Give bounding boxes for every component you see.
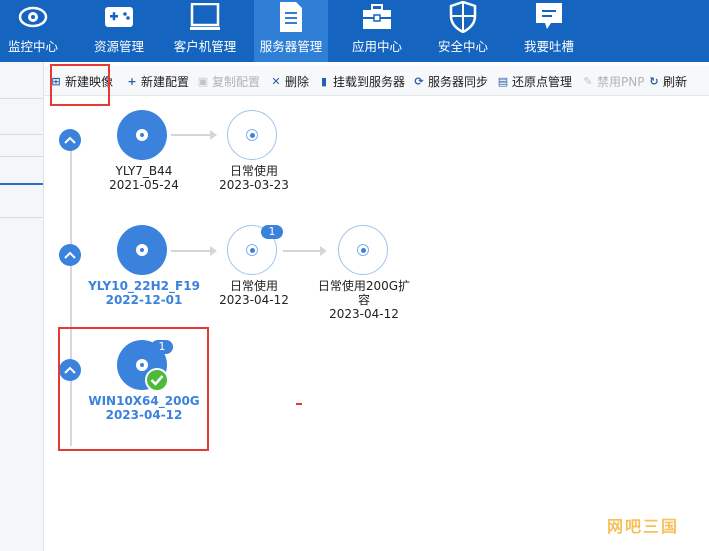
copy-config-label: 复制配置 <box>212 74 261 89</box>
chat-icon <box>532 0 566 34</box>
nav-servers[interactable]: 服务器管理 <box>254 0 328 62</box>
sidebar-item-active[interactable] <box>0 183 43 185</box>
mount-label: 挂载到服务器 <box>333 74 406 89</box>
nav-label: 我要吐槽 <box>523 39 574 54</box>
count-badge: 1 <box>261 225 283 239</box>
flow-arrow <box>283 246 327 256</box>
nav-label: 客户机管理 <box>173 39 237 54</box>
copy-icon: ▣ <box>197 74 209 88</box>
nav-label: 监控中心 <box>7 39 58 54</box>
nav-security[interactable]: 安全中心 <box>434 0 492 62</box>
sidebar-divider <box>0 98 43 99</box>
flow-arrow <box>171 246 217 256</box>
highlight-new-image <box>50 64 110 106</box>
config-name: 日常使用 <box>229 164 278 178</box>
nav-monitor[interactable]: 监控中心 <box>4 0 62 62</box>
restore-button[interactable]: ▤ 还原点管理 <box>497 73 572 89</box>
red-mark <box>296 403 302 405</box>
config-date: 2023-04-12 <box>219 293 289 307</box>
copy-config-button[interactable]: ▣ 复制配置 <box>197 73 260 89</box>
nav-feedback[interactable]: 我要吐槽 <box>520 0 578 62</box>
monitor-icon <box>188 0 222 34</box>
image-name: YLY10_22H2_F19 <box>88 279 200 293</box>
nav-label: 安全中心 <box>437 39 488 54</box>
disable-pnp-button[interactable]: ✎ 禁用PNP <box>582 73 644 89</box>
restore-icon: ▤ <box>497 74 509 88</box>
disc-icon <box>357 244 369 256</box>
disc-icon <box>136 244 148 256</box>
chevron-up-icon <box>64 136 76 144</box>
new-config-label: 新建配置 <box>141 74 190 89</box>
mount-button[interactable]: ▮ 挂载到服务器 <box>318 73 405 89</box>
sync-icon: ⟳ <box>414 74 424 88</box>
image-date: 2021-05-24 <box>109 178 179 192</box>
sidebar-divider <box>0 156 43 157</box>
config-date: 2023-03-23 <box>219 178 289 192</box>
pin-icon: ✎ <box>583 74 593 88</box>
disc-icon <box>246 244 258 256</box>
toolbox-icon <box>360 0 394 34</box>
config-name: 日常使用200G扩容 <box>317 279 411 307</box>
disc-icon <box>136 129 148 141</box>
config-disk[interactable] <box>338 225 388 275</box>
chevron-up-icon <box>64 251 76 259</box>
delete-button[interactable]: ✕ 删除 <box>270 73 309 89</box>
nav-label: 资源管理 <box>93 39 144 54</box>
eye-icon <box>16 0 50 34</box>
disc-icon <box>246 129 258 141</box>
config-name: 日常使用 <box>229 279 278 293</box>
flow-arrow <box>171 130 217 140</box>
restore-label: 还原点管理 <box>512 74 573 89</box>
nav-clients[interactable]: 客户机管理 <box>170 0 240 62</box>
mount-icon: ▮ <box>320 74 328 88</box>
refresh-label: 刷新 <box>663 74 688 89</box>
refresh-icon: ↻ <box>649 74 659 88</box>
sidebar-divider <box>0 217 43 218</box>
nav-resources[interactable]: 资源管理 <box>90 0 148 62</box>
shield-icon <box>446 0 480 34</box>
refresh-button[interactable]: ↻ 刷新 <box>648 73 687 89</box>
nav-label: 服务器管理 <box>259 39 323 54</box>
config-disk[interactable] <box>227 110 277 160</box>
sync-button[interactable]: ⟳ 服务器同步 <box>413 73 488 89</box>
top-navigation: 监控中心 资源管理 客户机管理 服务器管理 应用中心 安全中心 我要吐槽 <box>0 0 709 62</box>
highlight-new-image-node <box>58 327 209 451</box>
new-config-button[interactable]: + 新建配置 <box>126 73 189 89</box>
plus-icon: + <box>127 74 137 88</box>
left-sidebar <box>0 62 44 551</box>
config-date: 2023-04-12 <box>329 307 399 321</box>
server-icon <box>274 0 308 34</box>
base-image-disk[interactable] <box>117 225 167 275</box>
sidebar-divider <box>0 134 43 135</box>
collapse-button[interactable] <box>59 244 81 266</box>
nav-apps[interactable]: 应用中心 <box>348 0 406 62</box>
image-name: YLY7_B44 <box>115 164 173 178</box>
delete-icon: ✕ <box>271 74 281 88</box>
image-date: 2022-12-01 <box>105 293 183 307</box>
sync-label: 服务器同步 <box>428 74 489 89</box>
base-image-disk[interactable] <box>117 110 167 160</box>
toolbar: ⊞ 新建映像 + 新建配置 ▣ 复制配置 ✕ 删除 ▮ 挂载到服务器 ⟳ 服务器… <box>44 66 709 96</box>
gamepad-icon <box>102 0 136 34</box>
nav-label: 应用中心 <box>351 39 402 54</box>
watermark-text: 网吧三国 <box>606 517 679 536</box>
delete-label: 删除 <box>285 74 310 89</box>
collapse-button[interactable] <box>59 129 81 151</box>
disable-pnp-label: 禁用PNP <box>597 74 645 89</box>
